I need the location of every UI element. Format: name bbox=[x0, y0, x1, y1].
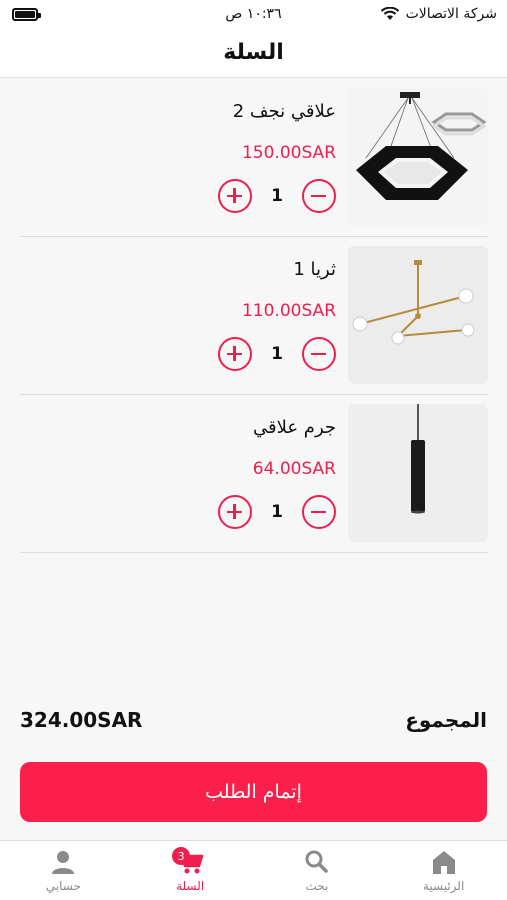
user-icon bbox=[52, 851, 75, 874]
search-icon bbox=[305, 850, 328, 873]
cart-item: علاقي نجف 2 150.00SAR 1 bbox=[20, 79, 488, 237]
increase-quantity-button[interactable] bbox=[218, 337, 252, 371]
wifi-icon bbox=[380, 7, 399, 20]
checkout-button[interactable]: إتمام الطلب bbox=[20, 762, 487, 822]
order-total: 324.00SAR المجموع bbox=[20, 700, 487, 740]
product-name[interactable]: ثريا 1 bbox=[293, 259, 336, 280]
tab-label: الرئيسية bbox=[422, 879, 465, 893]
nav-header: السلة bbox=[0, 28, 507, 78]
cart-count-badge: 3 bbox=[172, 847, 191, 865]
tab-label: بحث bbox=[305, 879, 329, 893]
product-image-brass-chandelier[interactable] bbox=[348, 246, 488, 384]
cart-item: ثريا 1 110.00SAR 1 bbox=[20, 237, 488, 395]
quantity-stepper: 1 bbox=[218, 495, 336, 529]
home-icon bbox=[432, 851, 455, 874]
quantity-value: 1 bbox=[271, 186, 283, 206]
tab-bar: حسابي 3 السلة بحث الرئيسية bbox=[0, 840, 507, 900]
product-price: 64.00SAR bbox=[252, 459, 336, 479]
tab-home[interactable]: الرئيسية bbox=[380, 841, 507, 900]
tab-account[interactable]: حسابي bbox=[0, 841, 127, 900]
decrease-quantity-button[interactable] bbox=[302, 337, 336, 371]
quantity-value: 1 bbox=[271, 502, 283, 522]
carrier-name: شركة الاتصالات bbox=[405, 6, 497, 22]
cart-list: علاقي نجف 2 150.00SAR 1 ثريا 1 110.00SAR… bbox=[20, 79, 488, 553]
quantity-stepper: 1 bbox=[218, 179, 336, 213]
page-title: السلة bbox=[223, 40, 284, 65]
increase-quantity-button[interactable] bbox=[218, 179, 252, 213]
tab-label: السلة bbox=[176, 879, 205, 893]
quantity-stepper: 1 bbox=[218, 337, 336, 371]
quantity-value: 1 bbox=[271, 344, 283, 364]
product-name[interactable]: جرم علاقي bbox=[253, 417, 336, 438]
cart-item: جرم علاقي 64.00SAR 1 bbox=[20, 395, 488, 553]
total-value: 324.00SAR bbox=[20, 708, 143, 732]
total-label: المجموع bbox=[405, 708, 487, 732]
product-image-hexagon-lamp[interactable] bbox=[348, 88, 488, 226]
tab-cart[interactable]: 3 السلة bbox=[127, 841, 254, 900]
product-price: 150.00SAR bbox=[241, 143, 336, 163]
decrease-quantity-button[interactable] bbox=[302, 495, 336, 529]
product-name[interactable]: علاقي نجف 2 bbox=[233, 101, 336, 122]
status-bar: ١٠:٣٦ ص شركة الاتصالات bbox=[0, 0, 507, 28]
tab-label: حسابي bbox=[45, 879, 81, 893]
increase-quantity-button[interactable] bbox=[218, 495, 252, 529]
decrease-quantity-button[interactable] bbox=[302, 179, 336, 213]
carrier-info: شركة الاتصالات bbox=[380, 6, 497, 22]
battery-icon bbox=[12, 7, 41, 21]
tab-search[interactable]: بحث bbox=[254, 841, 381, 900]
product-price: 110.00SAR bbox=[241, 301, 336, 321]
product-image-cylinder-pendant[interactable] bbox=[348, 404, 488, 542]
